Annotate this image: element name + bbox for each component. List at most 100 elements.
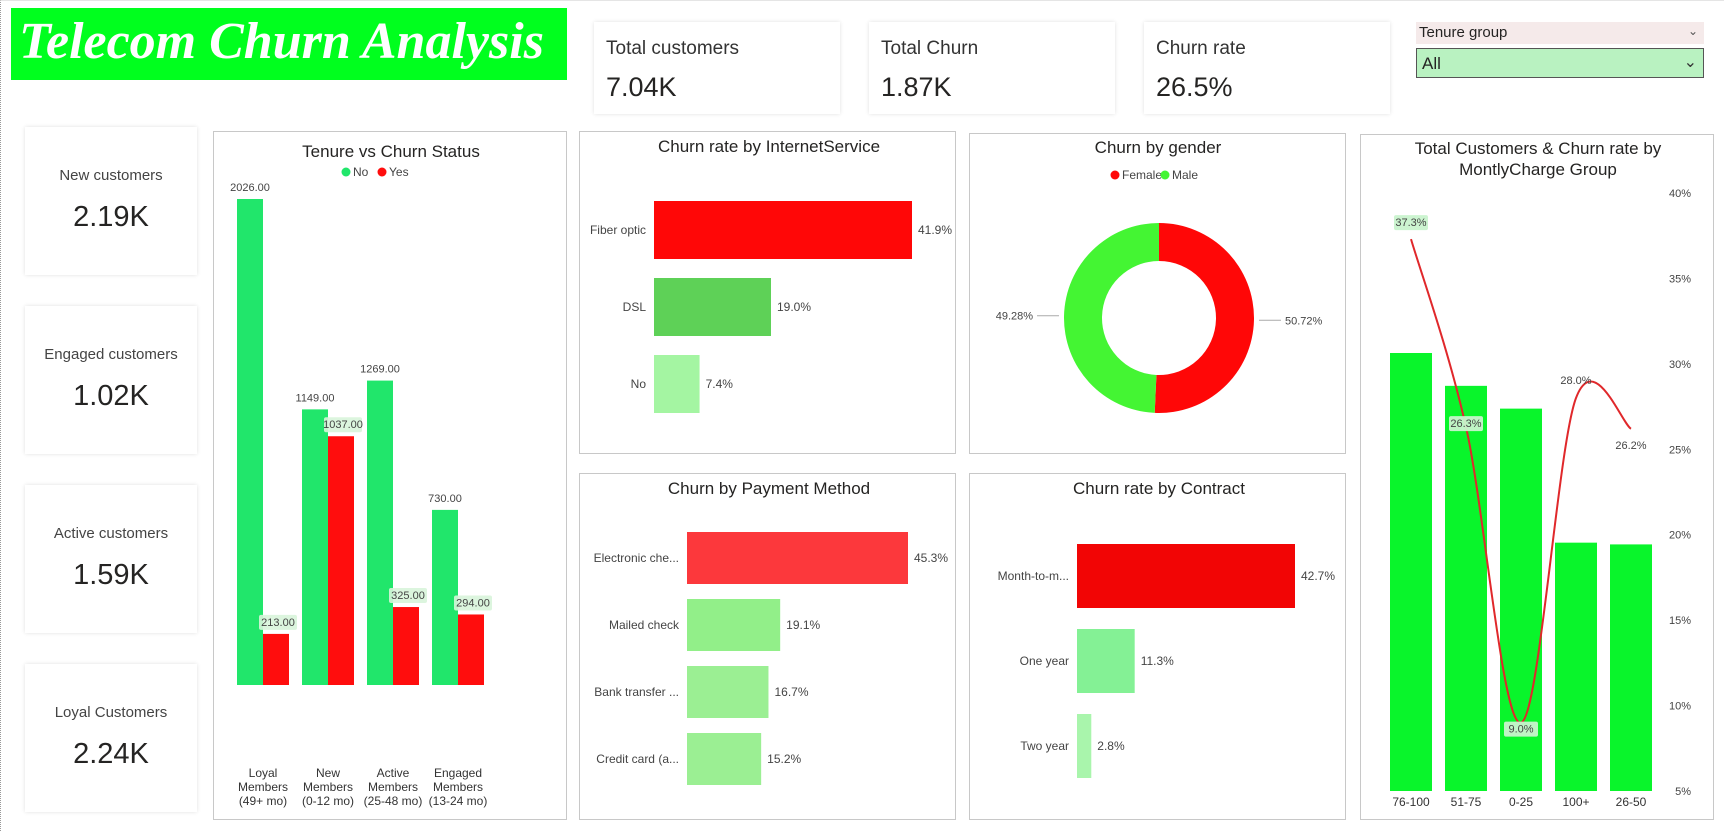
data-label: 11.3% (1141, 654, 1174, 668)
kpi-label: New customers (59, 167, 163, 184)
tenure-churn-svg: Tenure vs Churn Status No Yes 2026.00 213.00… (230, 142, 492, 808)
kpi-label: Active customers (53, 525, 169, 542)
legend-label-female: Female (1122, 168, 1162, 182)
x-tick-label: Active (377, 766, 410, 780)
chart-churn-contract[interactable]: Churn rate by Contract Month-to-m... 42.7%… (969, 473, 1346, 820)
kpi-value: 1.59K (73, 559, 149, 591)
bar (1610, 544, 1652, 791)
bar (1077, 544, 1295, 608)
data-label: 50.72% (1285, 315, 1323, 327)
bar (1445, 385, 1487, 791)
kpi-label: Engaged customers (44, 346, 178, 363)
x-tick-label: Members (303, 780, 353, 794)
chart-tenure-vs-churn[interactable]: Tenure vs Churn Status No Yes 2026.00 213.00… (213, 131, 567, 820)
contract-churn-svg: Churn rate by Contract Month-to-m... 42.7%… (998, 479, 1335, 778)
data-label: 15.2% (767, 752, 801, 766)
legend-label-no: No (353, 165, 369, 179)
data-label: 213.00 (261, 617, 295, 629)
chart-churn-payment[interactable]: Churn by Payment Method Electronic che...… (579, 473, 956, 820)
y-tick-label: Two year (1020, 739, 1069, 753)
data-label: 28.0% (1560, 375, 1591, 387)
bar (654, 201, 912, 259)
slicer-title: Tenure group (1419, 24, 1508, 41)
kpi-value: 2.24K (73, 738, 149, 770)
slicer-dropdown[interactable]: All ⌄ (1416, 48, 1704, 78)
data-label: 325.00 (391, 590, 425, 602)
data-label: 37.3% (1395, 217, 1426, 229)
bar (1555, 542, 1597, 791)
chart-churn-rate-internet[interactable]: Churn rate by InternetService Fiber optic… (579, 131, 956, 454)
monthly-charge-svg: Total Customers & Churn rate by MontlyCha… (1390, 139, 1691, 809)
bar (687, 599, 781, 651)
legend-marker-female (1110, 170, 1120, 180)
gender-churn-svg: Churn by gender Female Male 50.72% 49.28% (996, 138, 1323, 413)
data-label: 1149.00 (296, 392, 335, 404)
x-tick-label: 76-100 (1392, 795, 1430, 809)
kpi-value: 1.02K (73, 380, 149, 412)
legend-label-male: Male (1172, 168, 1198, 182)
kpi-value: 2.19K (73, 201, 149, 233)
x-tick-label: Members (368, 780, 418, 794)
chart-monthly-charge[interactable]: Total Customers & Churn rate by MontlyCha… (1360, 134, 1714, 820)
y-tick-label: Fiber optic (590, 223, 646, 237)
kpi-card-total-churn[interactable]: Total Churn 1.87K (869, 22, 1115, 114)
data-label: 41.9% (918, 223, 952, 237)
chevron-down-icon[interactable]: ⌄ (1684, 52, 1697, 72)
kpi-label: Total customers (606, 38, 740, 59)
kpi-card-total-customers[interactable]: Total customers 7.04K (594, 22, 840, 114)
data-label: 294.00 (456, 597, 490, 609)
data-label: 19.1% (786, 618, 820, 632)
kpi-card-engaged-customers[interactable]: Engaged customers 1.02K (25, 306, 197, 454)
y-tick-label: DSL (623, 300, 647, 314)
x-tick-label: 100+ (1562, 795, 1589, 809)
y-tick-label: Bank transfer ... (594, 685, 679, 699)
chevron-down-icon[interactable]: ⌄ (1688, 24, 1698, 38)
bar (1077, 714, 1092, 778)
data-label: 16.7% (774, 685, 808, 699)
x-tick-label: (25-48 mo) (364, 794, 423, 808)
x-tick-label: New (316, 766, 340, 780)
bar-yes (263, 633, 289, 685)
y-tick-label: Credit card (a... (596, 752, 679, 766)
kpi-value: 1.87K (881, 72, 952, 102)
data-label: 730.00 (428, 493, 462, 505)
tenure-group-slicer[interactable]: Tenure group ⌄ All ⌄ (1416, 22, 1704, 80)
data-label: 42.7% (1301, 569, 1335, 583)
bar-yes (458, 614, 484, 685)
data-label: 49.28% (996, 311, 1034, 323)
y-tick-label: One year (1020, 654, 1069, 668)
y2-tick-label: 35% (1669, 273, 1691, 285)
kpi-label: Total Churn (881, 38, 979, 59)
bar-yes (393, 607, 419, 685)
y-tick-label: Month-to-m... (998, 569, 1069, 583)
title-banner: Telecom Churn Analysis (11, 8, 567, 80)
bar (654, 355, 700, 413)
x-tick-label: 0-25 (1509, 795, 1533, 809)
bar (654, 278, 771, 336)
kpi-card-active-customers[interactable]: Active customers 1.59K (25, 485, 197, 633)
y2-tick-label: 15% (1669, 615, 1691, 627)
x-tick-label: 26-50 (1616, 795, 1647, 809)
x-tick-label: Loyal (249, 766, 278, 780)
legend-marker-male (1160, 170, 1170, 180)
donut-slice-male (1063, 223, 1159, 413)
x-tick-label: (13-24 mo) (429, 794, 488, 808)
bar (687, 532, 908, 584)
kpi-card-churn-rate[interactable]: Churn rate 26.5% (1144, 22, 1390, 114)
legend-label-yes: Yes (389, 165, 409, 179)
kpi-card-new-customers[interactable]: New customers 2.19K (25, 127, 197, 275)
legend-marker-yes (377, 167, 387, 177)
kpi-value: 26.5% (1156, 72, 1233, 102)
data-label: 2.8% (1097, 739, 1125, 753)
y2-tick-label: 10% (1669, 701, 1691, 713)
kpi-value: 7.04K (606, 72, 677, 102)
data-label: 1037.00 (323, 419, 363, 431)
chart-title: Churn by Payment Method (668, 479, 870, 498)
legend-marker-no (341, 167, 351, 177)
kpi-card-loyal-customers[interactable]: Loyal Customers 2.24K (25, 664, 197, 812)
x-tick-label: (49+ mo) (239, 794, 287, 808)
y2-tick-label: 40% (1669, 188, 1691, 200)
y-tick-label: No (631, 377, 647, 391)
slicer-header[interactable]: Tenure group ⌄ (1416, 22, 1704, 44)
chart-churn-by-gender[interactable]: Churn by gender Female Male 50.72% 49.28% (969, 133, 1346, 454)
